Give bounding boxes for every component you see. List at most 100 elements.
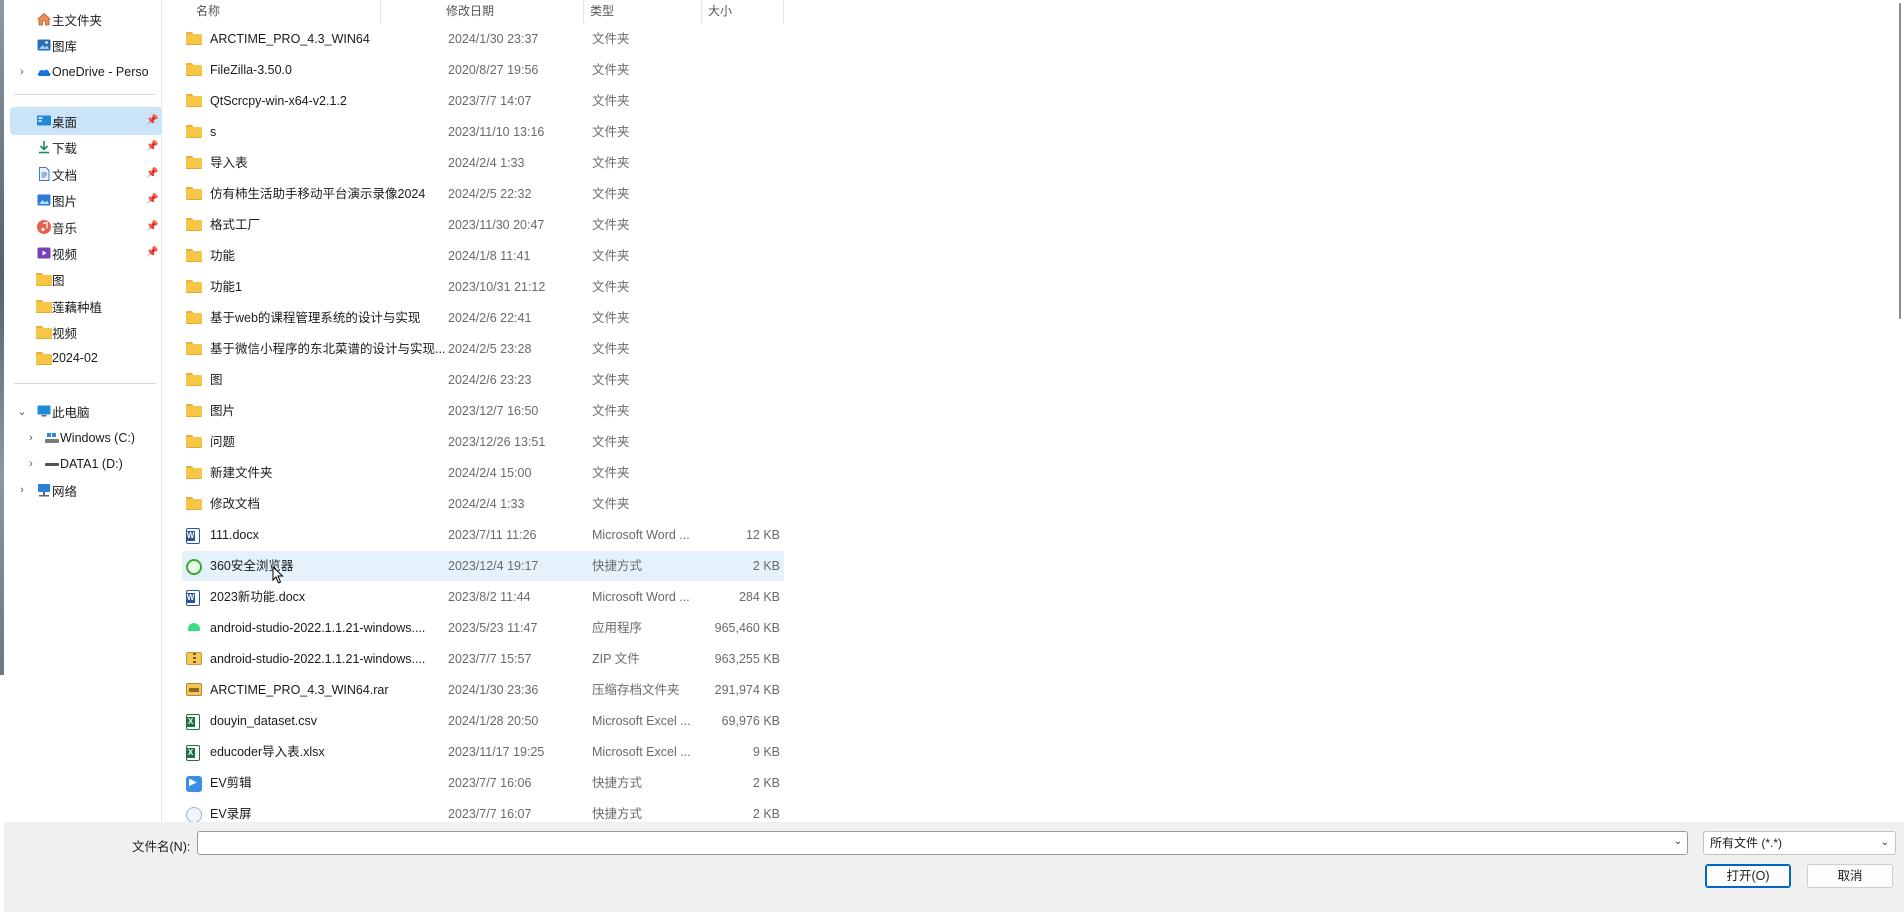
file-modified-date: 2024/2/4 1:33 (448, 156, 525, 170)
file-row[interactable]: android-studio-2022.1.1.21-windows.... 20… (182, 644, 784, 674)
file-modified-date: 2020/8/27 19:56 (448, 63, 539, 77)
chevron-down-icon[interactable]: ⌄ (1672, 836, 1684, 850)
sidebar-item-drive-c[interactable]: › Windows (C:) (10, 424, 162, 452)
file-modified-date: 2023/12/26 13:51 (448, 435, 546, 449)
sidebar-item-onedrive[interactable]: › OneDrive - Perso (10, 58, 162, 86)
file-row[interactable]: EV剪辑 2023/7/7 16:06 快捷方式 2 KB (182, 768, 784, 798)
file-name: 格式工厂 (210, 218, 261, 232)
file-row[interactable]: 图片 2023/12/7 16:50 文件夹 (182, 396, 784, 426)
sidebar-item-label: 视频 (52, 326, 78, 341)
chevron-right-icon[interactable]: › (26, 432, 36, 444)
file-row[interactable]: 问题 2023/12/26 13:51 文件夹 (182, 427, 784, 457)
file-modified-date: 2023/11/17 19:25 (448, 745, 545, 759)
file-row[interactable]: educoder导入表.xlsx 2023/11/17 19:25 Microsof… (182, 737, 784, 767)
pin-icon[interactable]: 📌 (146, 221, 158, 233)
sidebar-item-folder-videos[interactable]: 视频 (10, 318, 162, 346)
file-row[interactable]: ARCTIME_PRO_4.3_WIN64 2024/1/30 23:37 文件夹 (182, 24, 784, 54)
pin-icon[interactable]: 📌 (146, 141, 158, 153)
file-row[interactable]: 基于微信小程序的东北菜谱的设计与实现... 2024/2/5 23:28 文件夹 (182, 334, 784, 364)
sidebar-item-folder-lotus[interactable]: 莲藕种植 (10, 292, 162, 320)
sidebar-divider (14, 383, 156, 384)
file-name: douyin_dataset.csv (210, 714, 318, 728)
file-modified-date: 2023/7/7 16:07 (448, 807, 532, 821)
folder-icon (186, 32, 202, 48)
file-row[interactable]: 仿有柿生活助手移动平台演示录像2024 2024/2/5 22:32 文件夹 (182, 179, 784, 209)
chevron-down-icon[interactable]: ⌄ (17, 405, 27, 418)
column-header-name[interactable]: 名称 (190, 0, 381, 24)
folder-icon (186, 342, 202, 358)
file-row[interactable]: 功能1 2023/10/31 21:12 文件夹 (182, 272, 784, 302)
file-name: 图 (210, 373, 223, 387)
file-row[interactable]: android-studio-2022.1.1.21-windows.... 20… (182, 613, 784, 643)
sidebar-item-videos[interactable]: 视频 📌 (10, 239, 162, 267)
file-row[interactable]: EV录屏 2023/7/7 16:07 快捷方式 2 KB (182, 799, 784, 822)
file-type: 文件夹 (592, 63, 630, 77)
file-type: Microsoft Excel ... (592, 745, 691, 759)
pin-icon[interactable]: 📌 (146, 168, 158, 180)
vertical-scrollbar[interactable] (1897, 0, 1903, 822)
sidebar-item-this-pc[interactable]: ⌄ 此电脑 (10, 397, 162, 425)
folder-icon (186, 63, 202, 79)
sidebar-item-label: 图片 (52, 194, 78, 209)
file-row[interactable]: 图 2024/2/6 23:23 文件夹 (182, 365, 784, 395)
android-studio-icon (186, 621, 202, 636)
filename-input[interactable] (197, 831, 1688, 855)
file-row[interactable]: s 2023/11/10 13:16 文件夹 (182, 117, 784, 147)
file-size: 963,255 KB (714, 652, 780, 666)
word-doc-icon (186, 528, 200, 547)
file-row[interactable]: 111.docx 2023/7/11 11:26 Microsoft Word ..… (182, 520, 784, 550)
folder-icon (186, 125, 202, 141)
file-row[interactable]: 2023新功能.docx 2023/8/2 11:44 Microsoft Word… (182, 582, 784, 612)
navigation-pane[interactable]: 主文件夹 图库 › OneDrive - Perso 桌面 📌 下载 📌 文档 … (4, 0, 162, 822)
file-row[interactable]: FileZilla-3.50.0 2020/8/27 19:56 文件夹 (182, 55, 784, 85)
file-list-view[interactable]: 名称 修改日期 类型 大小 ARCTIME_PRO_4.3_WIN64 2024/… (174, 0, 1904, 822)
file-row[interactable]: ARCTIME_PRO_4.3_WIN64.rar 2024/1/30 23:36… (182, 675, 784, 705)
column-header-size[interactable]: 大小 (702, 0, 784, 24)
file-modified-date: 2023/7/11 11:26 (448, 528, 537, 542)
file-row[interactable]: douyin_dataset.csv 2024/1/28 20:50 Microso… (182, 706, 784, 736)
file-size: 2 KB (752, 776, 780, 790)
sidebar-item-home[interactable]: 主文件夹 (10, 5, 162, 33)
desktop-icon (36, 113, 52, 129)
file-type: Microsoft Word ... (592, 590, 690, 604)
file-row[interactable]: 基于web的课程管理系统的设计与实现 2024/2/6 22:41 文件夹 (182, 303, 784, 333)
file-row[interactable]: 新建文件夹 2024/2/4 15:00 文件夹 (182, 458, 784, 488)
pin-icon[interactable]: 📌 (146, 194, 158, 206)
folder-icon (186, 218, 202, 234)
sidebar-item-drive-d[interactable]: › DATA1 (D:) (10, 450, 162, 478)
sidebar-item-pictures[interactable]: 图片 📌 (10, 186, 162, 214)
chevron-right-icon[interactable]: › (26, 458, 36, 470)
sidebar-item-folder-2024-02[interactable]: 2024-02 (10, 344, 162, 372)
sidebar-item-label: 2024-02 (52, 351, 98, 365)
file-size: 291,974 KB (714, 683, 780, 697)
file-row[interactable]: 功能 2024/1/8 11:41 文件夹 (182, 241, 784, 271)
sidebar-item-documents[interactable]: 文档 📌 (10, 160, 162, 188)
column-header-modified[interactable]: 修改日期 (440, 0, 584, 24)
pin-icon[interactable]: 📌 (146, 115, 158, 127)
open-button[interactable]: 打开(O) (1705, 864, 1791, 888)
file-row[interactable]: 格式工厂 2023/11/30 20:47 文件夹 (182, 210, 784, 240)
file-type: 文件夹 (592, 218, 630, 232)
cancel-button[interactable]: 取消 (1807, 864, 1893, 888)
file-row[interactable]: 导入表 2024/2/4 1:33 文件夹 (182, 148, 784, 178)
file-name: 导入表 (210, 156, 248, 170)
excel-csv-icon (186, 714, 200, 733)
sidebar-item-folder-tu[interactable]: 图 (10, 265, 162, 293)
sidebar-item-desktop[interactable]: 桌面 📌 (10, 107, 162, 135)
pin-icon[interactable]: 📌 (146, 247, 158, 259)
scrollbar-thumb[interactable] (1899, 3, 1901, 319)
file-modified-date: 2023/7/7 15:57 (448, 652, 532, 666)
chevron-right-icon[interactable]: › (17, 66, 27, 78)
rar-archive-icon (186, 683, 202, 699)
chevron-right-icon[interactable]: › (17, 484, 27, 496)
sidebar-item-gallery[interactable]: 图库 (10, 31, 162, 59)
file-modified-date: 2023/12/4 19:17 (448, 559, 539, 573)
dialog-footer: 文件名(N): ⌄ 所有文件 (*.*) ⌄ 打开(O) 取消 (4, 822, 1904, 912)
file-row[interactable]: QtScrcpy-win-x64-v2.1.2 2023/7/7 14:07 文件夹 (182, 86, 784, 116)
file-row[interactable]: 修改文档 2024/2/4 1:33 文件夹 (182, 489, 784, 519)
filetype-select[interactable]: 所有文件 (*.*) ⌄ (1703, 831, 1896, 855)
column-header-type[interactable]: 类型 (584, 0, 702, 24)
sidebar-item-downloads[interactable]: 下载 📌 (10, 133, 162, 161)
sidebar-item-network[interactable]: › 网络 (10, 476, 162, 504)
sidebar-item-music[interactable]: 音乐 📌 (10, 213, 162, 241)
